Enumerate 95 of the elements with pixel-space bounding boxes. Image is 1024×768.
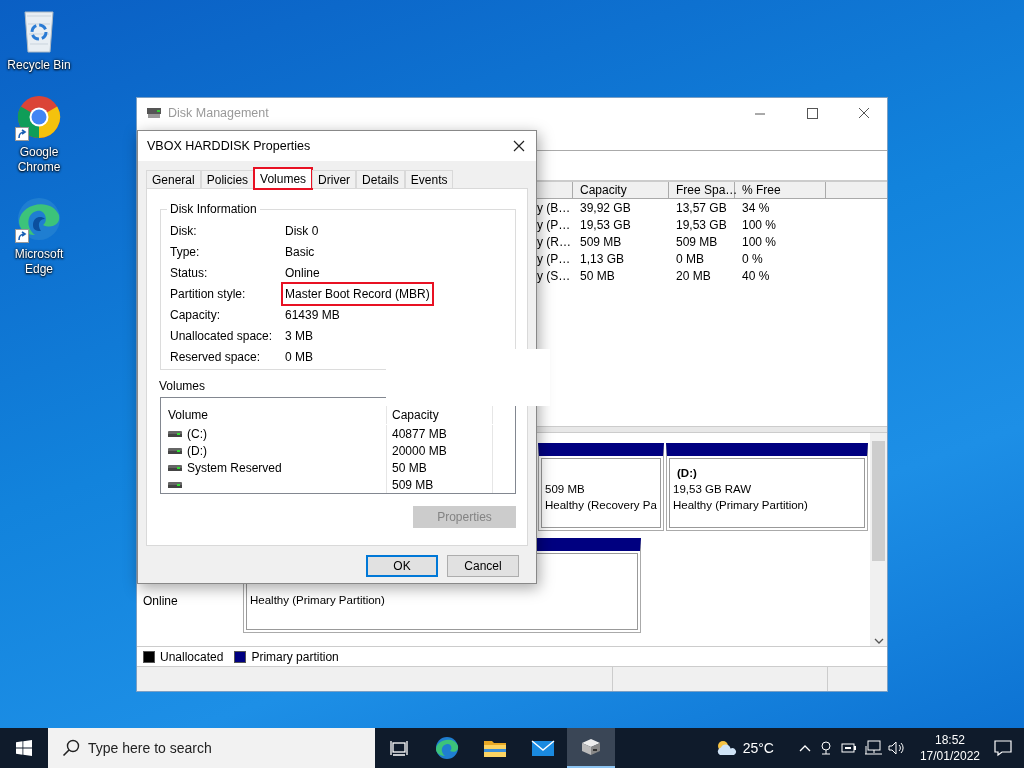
close-icon[interactable] — [512, 139, 526, 153]
table-cell-text: 1,13 GB — [579, 251, 625, 266]
table-cell: y (P… — [537, 251, 571, 266]
legend-label: Primary partition — [251, 648, 339, 666]
table-cell-text: 40 % — [741, 268, 770, 283]
list-item[interactable]: (C:) — [187, 424, 207, 443]
tab[interactable]: Events — [404, 170, 454, 188]
partition-size: 19,53 GB RAW — [673, 482, 752, 497]
field-label: Type: — [170, 243, 201, 261]
volume-icon[interactable] — [887, 740, 906, 756]
disk-info-text: Online — [143, 594, 179, 609]
table-cell-text: 50 MB — [579, 268, 615, 283]
tab[interactable]: Volumes — [254, 168, 313, 189]
column-header[interactable]: Capacity — [392, 406, 439, 424]
tab[interactable]: Driver — [312, 170, 357, 188]
drive-icon — [168, 447, 182, 454]
table-cell-text: 13,57 GB — [675, 200, 727, 215]
drive-icon — [168, 430, 182, 437]
column-header[interactable]: Free Spa… — [669, 181, 738, 199]
windows-logo-icon — [16, 740, 32, 756]
table-cell-text: 20000 MB — [392, 442, 447, 460]
group-title: Disk Information — [167, 202, 260, 216]
table-cell-text: 0 % — [741, 251, 763, 266]
search-field[interactable]: Type here to search — [48, 728, 375, 768]
edge-icon — [435, 736, 459, 760]
field-label: Capacity: — [170, 306, 222, 324]
field-label: Reserved space: — [170, 348, 262, 366]
field-value: 61439 MB — [284, 306, 341, 324]
temperature-text[interactable]: 25°C — [742, 737, 774, 759]
table-cell-text: 39,92 GB — [579, 200, 631, 215]
partition-size: 509 MB — [545, 482, 585, 497]
window-title: Disk Management — [168, 104, 270, 122]
search-icon — [62, 739, 80, 757]
field-value: Online — [284, 264, 321, 282]
edge-icon[interactable] — [15, 195, 63, 243]
table-cell: y (R… — [537, 234, 571, 249]
section-label: Volumes — [159, 379, 207, 393]
taskbar-button[interactable] — [567, 728, 615, 768]
field-label: Unallocated space: — [170, 327, 274, 345]
field-value: Basic — [284, 243, 316, 261]
field-value: Disk 0 — [284, 222, 320, 240]
table-cell-text: 19,53 GB — [579, 217, 631, 232]
table-cell-text: 100 % — [741, 234, 777, 249]
partition-block[interactable]: (D:) 19,53 GB RAW Healthy (Primary Partition) — [666, 443, 868, 531]
field-label: Disk: — [170, 222, 198, 240]
list-item[interactable]: System Reserved — [187, 458, 282, 477]
field-value: 3 MB — [284, 327, 314, 345]
table-cell-text: 509 MB — [579, 234, 622, 249]
table-cell-text: 19,53 GB — [675, 217, 727, 232]
list-item[interactable]: (D:) — [187, 441, 207, 460]
network-icon[interactable] — [863, 740, 882, 756]
tab[interactable]: Details — [356, 170, 405, 188]
column-header[interactable]: Capacity — [573, 181, 627, 199]
tab[interactable]: Policies — [200, 170, 255, 188]
legend-label: Unallocated — [160, 648, 224, 666]
field-value: 0 MB — [284, 348, 314, 366]
field-value: Master Boot Record (MBR) — [281, 281, 434, 306]
column-header[interactable]: % Free — [735, 181, 781, 199]
drive-icon — [146, 105, 162, 121]
dialog-title: VBOX HARDDISK Properties — [147, 137, 311, 155]
clock-time[interactable]: 18:52 — [934, 732, 965, 748]
clock-date[interactable]: 17/01/2022 — [919, 748, 980, 764]
partition-status: Healthy (Primary Partition) — [673, 498, 808, 513]
table-cell: y (P… — [537, 217, 571, 232]
tab[interactable]: General — [146, 170, 201, 188]
table-cell: y (S… — [537, 268, 571, 283]
drive-icon — [168, 464, 182, 471]
table-cell-text: 20 MB — [675, 268, 711, 283]
table-cell-text: 40877 MB — [392, 425, 447, 443]
partition-status: Healthy (Recovery Pa — [545, 498, 657, 513]
partition-status: Healthy (Primary Partition) — [250, 593, 385, 608]
icon-label[interactable]: Recycle Bin — [4, 58, 74, 73]
partition-name: (D:) — [676, 466, 697, 481]
column-header[interactable]: Volume — [168, 406, 209, 424]
table-cell-text: 509 MB — [675, 234, 718, 249]
maximize-icon[interactable] — [804, 106, 820, 120]
table-cell-text: 50 MB — [392, 459, 427, 477]
table-cell-text: 34 % — [741, 200, 770, 215]
table-cell-text: 100 % — [741, 217, 777, 232]
chrome-icon[interactable] — [15, 93, 63, 141]
dialog-button[interactable]: Cancel — [447, 555, 519, 577]
drive-icon — [168, 481, 182, 488]
table-cell: y (B… — [537, 200, 571, 215]
close-icon[interactable] — [856, 106, 872, 120]
table-cell-text: 509 MB — [392, 476, 434, 494]
table-cell-text: 0 MB — [675, 251, 704, 266]
icon-label[interactable]: Microsoft Edge — [4, 247, 74, 277]
icon-label[interactable]: Google Chrome — [4, 145, 74, 175]
dialog-button[interactable]: OK — [366, 555, 438, 577]
task-view-icon — [390, 739, 408, 757]
scrollbar[interactable] — [870, 433, 887, 646]
partition-block[interactable]: 509 MB Healthy (Recovery Pa — [538, 443, 664, 531]
notification-icon[interactable] — [994, 739, 1012, 757]
field-label: Partition style: — [170, 285, 247, 303]
field-label: Status: — [170, 264, 209, 282]
